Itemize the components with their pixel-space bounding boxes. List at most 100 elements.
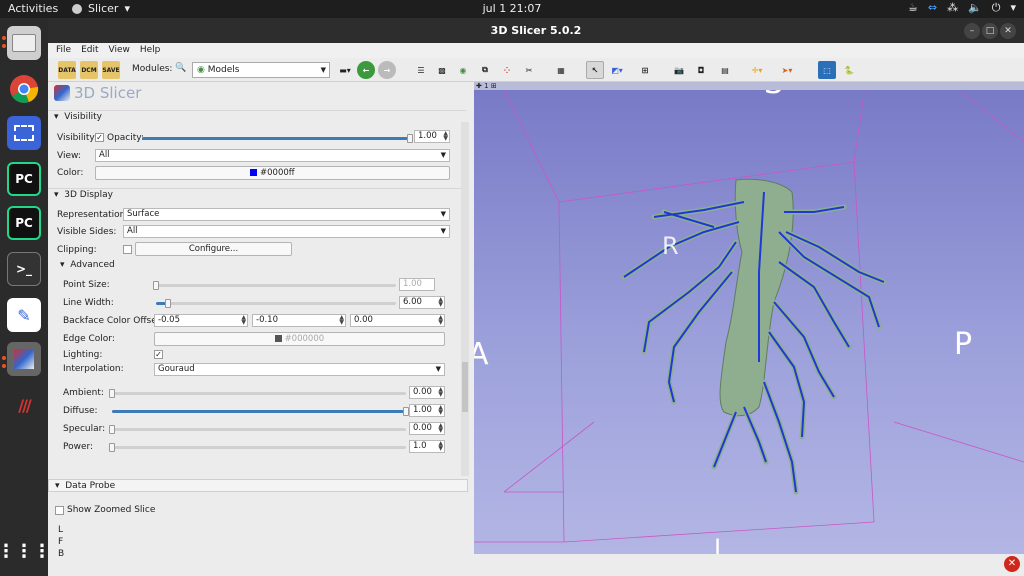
crosshair-icon[interactable]: ✛▾ — [748, 61, 766, 79]
maximize-view-icon[interactable]: ⊞ — [491, 82, 497, 90]
spin-arrows-icon[interactable]: ▲ ▼ — [438, 423, 443, 434]
backface-brightness-spinbox[interactable]: 0.00 ▲ ▼ — [350, 314, 445, 327]
representation-combo[interactable]: Surface ▼ — [123, 208, 450, 221]
volume-icon[interactable]: 🔈 — [968, 1, 982, 15]
opacity-slider[interactable] — [142, 134, 413, 143]
extension-manager-icon[interactable]: ⬚ — [818, 61, 836, 79]
show-zoomed-slice-checkbox[interactable] — [55, 506, 64, 515]
scene-view-icon[interactable]: ◘ — [692, 61, 710, 79]
data-probe-section-header[interactable]: ▾ Data Probe — [48, 479, 468, 492]
clock[interactable]: jul 1 21:07 — [0, 2, 1024, 15]
specular-slider[interactable] — [109, 425, 406, 434]
pycharm-icon[interactable]: PC — [7, 206, 41, 240]
back-arrow-icon[interactable]: ← — [357, 61, 375, 79]
ambient-slider[interactable] — [109, 389, 406, 398]
spin-arrows-icon[interactable]: ▲ ▼ — [443, 131, 448, 142]
load-dicom-button[interactable]: DCM — [80, 61, 98, 79]
spin-arrows-icon[interactable]: ▲ ▼ — [438, 441, 443, 452]
system-tray[interactable]: ☕ ⇔ ⁂ 🔈 ⏻ ▾ — [908, 1, 1016, 15]
spin-arrows-icon[interactable]: ▲ ▼ — [438, 297, 443, 308]
slice-intersection-icon[interactable]: ▤ — [716, 61, 734, 79]
spin-arrows-icon[interactable]: ▲ ▼ — [339, 315, 344, 326]
line-width-slider-handle[interactable] — [165, 299, 171, 308]
teamviewer-icon[interactable]: ⇔ — [928, 1, 937, 15]
segment-editor-icon[interactable]: ✂ — [520, 61, 538, 79]
panel-scrollbar[interactable] — [461, 122, 469, 476]
spin-arrows-icon[interactable]: ▲ ▼ — [438, 315, 443, 326]
layout-icon[interactable]: ▦ — [552, 61, 570, 79]
backface-saturation-spinbox[interactable]: -0.10 ▲ ▼ — [252, 314, 346, 327]
visible-sides-combo[interactable]: All ▼ — [123, 225, 450, 238]
power-slider-handle[interactable] — [109, 443, 115, 452]
python-console-icon[interactable]: 🐍 — [840, 61, 858, 79]
power-icon[interactable]: ⏻ — [992, 1, 1001, 15]
visibility-checkbox[interactable]: ✓ — [95, 133, 104, 142]
spin-arrows-icon[interactable]: ▲ ▼ — [241, 315, 246, 326]
lighting-checkbox[interactable]: ✓ — [154, 350, 163, 359]
specular-slider-handle[interactable] — [109, 425, 115, 434]
spin-arrows-icon[interactable]: ▲ ▼ — [438, 405, 443, 416]
pin-icon[interactable]: ✚ — [476, 82, 482, 90]
maximize-icon[interactable]: □ — [982, 23, 998, 39]
module-selector[interactable]: ◉ Models ▼ — [192, 62, 330, 78]
module-history-icon[interactable]: ▬▾ — [336, 61, 354, 79]
text-editor-icon[interactable]: ✎ — [7, 298, 41, 332]
mouse-mode-icon[interactable]: ⊞ — [636, 61, 654, 79]
markups-module-icon[interactable]: ⁘ — [498, 61, 516, 79]
forward-arrow-icon[interactable]: → — [378, 61, 396, 79]
minimize-icon[interactable]: – — [964, 23, 980, 39]
screen-capture-icon[interactable]: 📷 — [670, 61, 688, 79]
files-icon[interactable] — [7, 26, 41, 60]
interpolation-combo[interactable]: Gouraud ▼ — [154, 363, 445, 376]
ambient-spinbox[interactable]: 0.00 ▲ ▼ — [409, 386, 445, 399]
configure-button[interactable]: Configure... — [135, 242, 292, 256]
visibility-section-header[interactable]: ▾ Visibility — [48, 110, 466, 123]
terminal-icon[interactable]: >_ — [7, 252, 41, 286]
opacity-spinbox[interactable]: 1.00 ▲ ▼ — [414, 130, 450, 143]
3d-display-section-header[interactable]: ▾ 3D Display — [48, 188, 466, 201]
spin-arrows-icon[interactable]: ▲ ▼ — [438, 387, 443, 398]
menu-edit[interactable]: Edit — [81, 43, 98, 58]
advanced-section-header[interactable]: ▾ Advanced — [60, 258, 115, 272]
close-icon[interactable]: ✕ — [1000, 23, 1016, 39]
menu-file[interactable]: File — [56, 43, 71, 58]
menu-help[interactable]: Help — [140, 43, 161, 58]
coffee-icon[interactable]: ☕ — [908, 1, 918, 15]
color-picker-button[interactable]: #0000ff — [95, 166, 450, 180]
caret-down-icon[interactable]: ▾ — [1010, 1, 1016, 15]
ambient-slider-handle[interactable] — [109, 389, 115, 398]
save-button[interactable]: SAVE — [102, 61, 120, 79]
chrome-icon[interactable] — [7, 72, 41, 106]
volumes-module-icon[interactable]: ▩ — [433, 61, 451, 79]
diffuse-spinbox[interactable]: 1.00 ▲ ▼ — [409, 404, 445, 417]
power-spinbox[interactable]: 1.0 ▲ ▼ — [409, 440, 445, 453]
place-markup-icon[interactable]: ➤▾ — [778, 61, 796, 79]
slicer-dock-icon[interactable] — [7, 342, 41, 376]
show-apps-icon[interactable]: ⋮⋮⋮ — [0, 534, 51, 568]
paraview-icon[interactable]: /// — [7, 388, 41, 422]
line-width-spinbox[interactable]: 6.00 ▲ ▼ — [399, 296, 445, 309]
panel-scrollbar-thumb[interactable] — [462, 362, 468, 412]
screenshot-icon[interactable] — [7, 116, 41, 150]
data-module-icon[interactable]: ☰ — [412, 61, 430, 79]
network-icon[interactable]: ⁂ — [947, 1, 958, 15]
line-width-slider[interactable] — [156, 299, 396, 308]
3d-view-controller-bar[interactable]: ✚ 1 ⊞ — [474, 82, 1024, 90]
opacity-slider-handle[interactable] — [407, 134, 413, 143]
backface-hue-spinbox[interactable]: -0.05 ▲ ▼ — [154, 314, 248, 327]
pycharm-icon[interactable]: PC — [7, 162, 41, 196]
power-slider[interactable] — [109, 443, 406, 452]
clipping-checkbox[interactable] — [123, 245, 132, 254]
crosshair-window-level-icon[interactable]: ◩▾ — [608, 61, 626, 79]
models-module-icon[interactable]: ◉ — [454, 61, 472, 79]
select-pointer-icon[interactable]: ↖ — [586, 61, 604, 79]
view-combo[interactable]: All ▼ — [95, 149, 450, 162]
error-log-icon[interactable]: ✕ — [1004, 556, 1020, 572]
module-search-icon[interactable]: 🔍 — [175, 63, 186, 73]
3d-view[interactable]: S A P R I — [474, 82, 1024, 554]
diffuse-slider[interactable] — [112, 407, 409, 416]
specular-spinbox[interactable]: 0.00 ▲ ▼ — [409, 422, 445, 435]
load-data-button[interactable]: DATA — [58, 61, 76, 79]
point-size-slider-handle[interactable] — [153, 281, 159, 290]
point-size-slider[interactable] — [153, 281, 396, 290]
